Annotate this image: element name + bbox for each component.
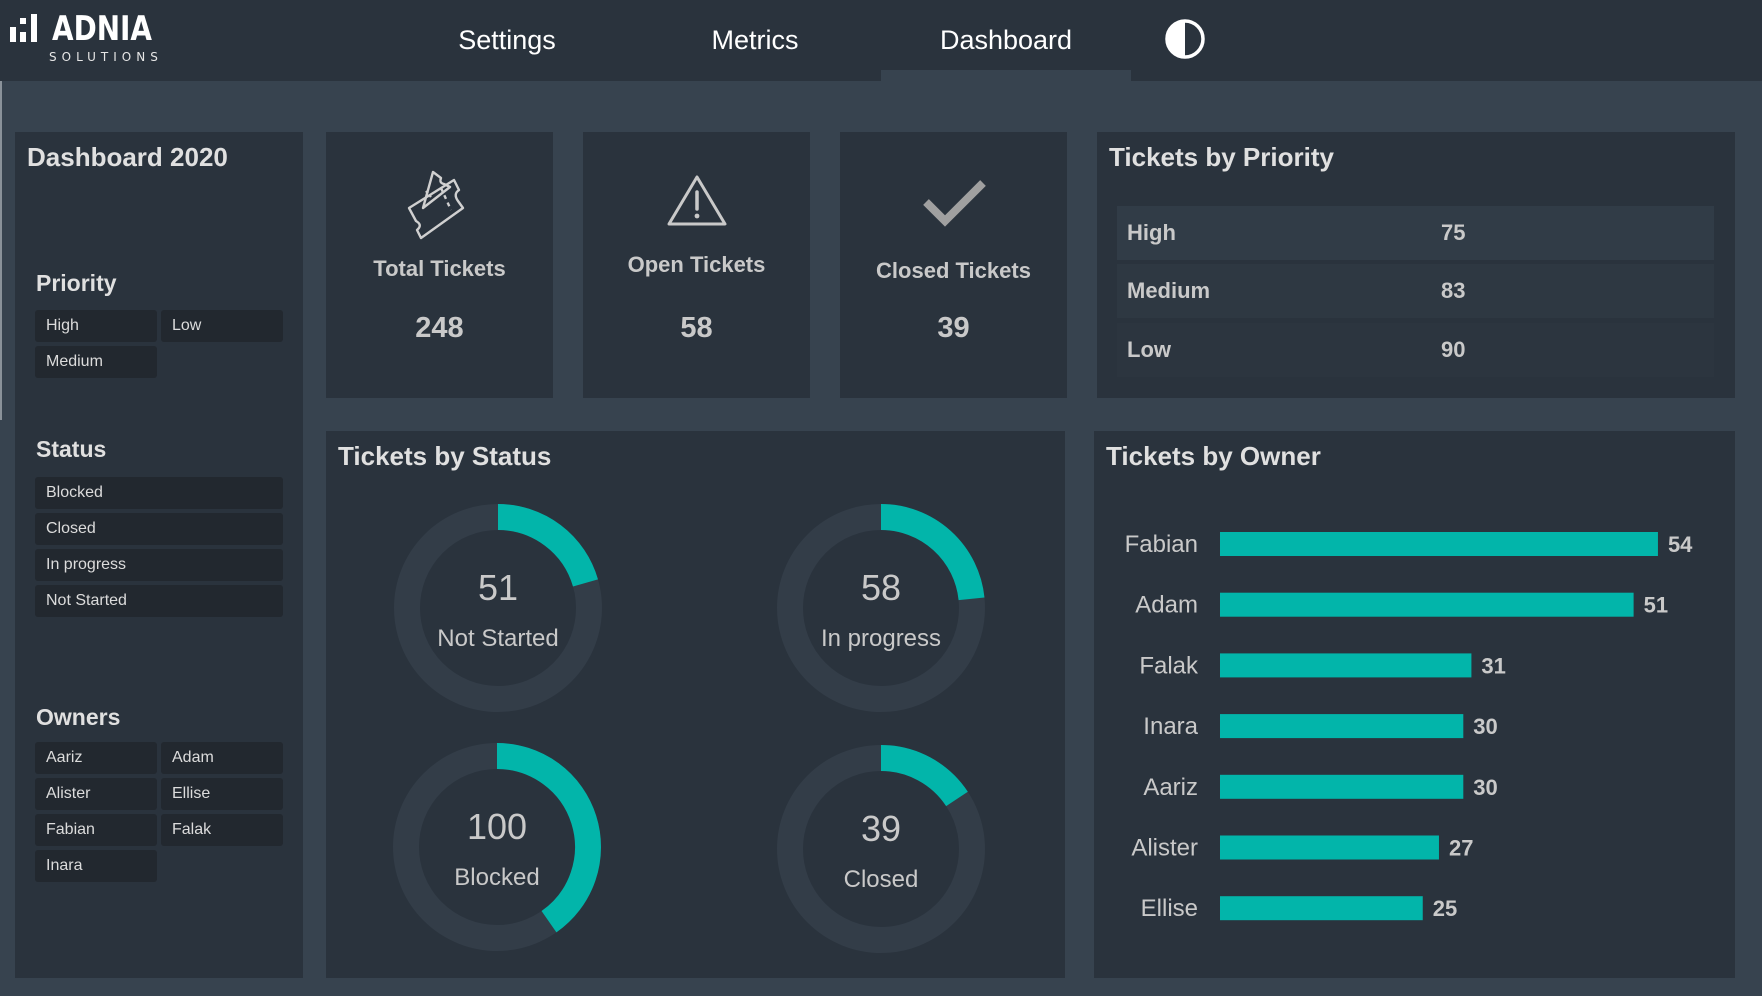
kpi-label: Open Tickets bbox=[627, 252, 766, 277]
priority-count: 83 bbox=[1441, 278, 1466, 303]
kpi-card-open-tickets: Open Tickets 58 bbox=[583, 132, 810, 398]
priority-name: Medium bbox=[1127, 278, 1211, 303]
bar-category-label: Falak bbox=[1139, 652, 1199, 679]
kpi-value: 248 bbox=[415, 312, 464, 344]
filter-status-not-started[interactable]: Not Started bbox=[35, 585, 283, 617]
donut-value: 51 bbox=[478, 567, 518, 608]
donut-value: 58 bbox=[861, 567, 901, 608]
owners-filter-title: Owners bbox=[36, 704, 121, 730]
bar-value-label: 51 bbox=[1644, 593, 1668, 618]
kpi-label: Total Tickets bbox=[373, 256, 506, 281]
bar-category-label: Inara bbox=[1143, 713, 1198, 740]
tab-dashboard[interactable]: Dashboard bbox=[881, 0, 1131, 81]
bar-adam bbox=[1220, 592, 1634, 617]
bar-category-label: Aariz bbox=[1143, 774, 1198, 801]
priority-count: 75 bbox=[1441, 220, 1466, 245]
tab-metrics-label: Metrics bbox=[711, 25, 799, 55]
bar-value-label: 25 bbox=[1433, 896, 1457, 921]
logo-name: ADNIA bbox=[52, 9, 153, 49]
status-donut-charts: 51 Not Started 58 In progress 100 Blocked 39 Cl… bbox=[393, 504, 985, 953]
priority-row: Low 90 bbox=[1117, 323, 1714, 377]
kpi-value: 39 bbox=[937, 312, 970, 344]
dashboard-title: Dashboard 2020 bbox=[27, 142, 228, 172]
bar-falak bbox=[1220, 653, 1472, 678]
logo-subtitle: SOLUTIONS bbox=[49, 50, 163, 64]
filter-owner-fabian[interactable]: Fabian bbox=[35, 814, 157, 846]
filter-owner-falak[interactable]: Falak bbox=[161, 814, 283, 846]
contrast-icon[interactable] bbox=[1164, 18, 1206, 60]
logo: ADNIA SOLUTIONS bbox=[10, 9, 158, 68]
kpi-label: Closed Tickets bbox=[876, 258, 1031, 283]
filter-status-in-progress[interactable]: In progress bbox=[35, 549, 283, 581]
filter-priority-high[interactable]: High bbox=[35, 310, 157, 342]
filter-owner-adam[interactable]: Adam bbox=[161, 742, 283, 774]
priority-row: Medium 83 bbox=[1117, 264, 1714, 318]
filter-status-blocked[interactable]: Blocked bbox=[35, 477, 283, 509]
donut-label: In progress bbox=[821, 625, 941, 652]
tickets-by-owner-panel: Tickets by Owner Fabian 54 Adam 51 Falak 31 In… bbox=[1094, 431, 1735, 978]
bar-value-label: 31 bbox=[1481, 653, 1505, 678]
filter-owner-ellise[interactable]: Ellise bbox=[161, 778, 283, 810]
bar-ellise bbox=[1220, 896, 1423, 921]
filter-status-closed[interactable]: Closed bbox=[35, 513, 283, 545]
bar-value-label: 27 bbox=[1449, 836, 1473, 861]
tickets-by-priority-panel: Tickets by Priority High 75 Medium 83 Lo… bbox=[1097, 132, 1735, 398]
donut-label: Blocked bbox=[454, 864, 539, 891]
donut-label: Closed bbox=[844, 866, 919, 893]
priority-name: Low bbox=[1127, 337, 1171, 362]
bar-value-label: 54 bbox=[1668, 532, 1693, 557]
bar-fabian bbox=[1220, 532, 1658, 556]
checkmark-icon bbox=[922, 180, 986, 227]
bar-inara bbox=[1220, 714, 1464, 739]
priority-filter-title: Priority bbox=[36, 270, 117, 296]
bar-alister bbox=[1220, 835, 1439, 860]
filter-panel: Dashboard 2020 Priority High Low Medium … bbox=[15, 132, 303, 978]
tickets-by-status-panel: Tickets by Status 51 Not Started 58 In prog… bbox=[326, 431, 1065, 978]
donut-value: 100 bbox=[467, 806, 527, 847]
donut-closed: 39 Closed bbox=[777, 745, 985, 953]
filter-priority-low[interactable]: Low bbox=[161, 310, 283, 342]
status-filter-title: Status bbox=[36, 436, 107, 462]
kpi-value: 58 bbox=[680, 312, 713, 344]
tab-metrics[interactable]: Metrics bbox=[660, 0, 850, 81]
bar-category-label: Alister bbox=[1131, 835, 1198, 862]
donut-in-progress: 58 In progress bbox=[777, 504, 985, 712]
filter-owner-alister[interactable]: Alister bbox=[35, 778, 157, 810]
top-nav-bar: ADNIA SOLUTIONS Settings Metrics Dashboa… bbox=[0, 0, 1762, 81]
priority-name: High bbox=[1127, 220, 1176, 245]
tab-settings-label: Settings bbox=[458, 25, 556, 55]
priority-table-title: Tickets by Priority bbox=[1109, 142, 1334, 172]
bar-category-label: Ellise bbox=[1141, 895, 1198, 922]
priority-row: High 75 bbox=[1117, 206, 1714, 260]
bar-category-label: Adam bbox=[1135, 592, 1198, 619]
donut-not-started: 51 Not Started bbox=[394, 504, 602, 712]
kpi-card-total-tickets: Total Tickets 248 bbox=[326, 132, 553, 398]
donut-blocked: 100 Blocked bbox=[393, 743, 601, 951]
priority-count: 90 bbox=[1441, 337, 1466, 362]
bar-value-label: 30 bbox=[1473, 714, 1497, 739]
tab-dashboard-label: Dashboard bbox=[939, 25, 1073, 55]
donut-value: 39 bbox=[861, 808, 901, 849]
ticket-icon bbox=[407, 170, 464, 240]
bar-value-label: 30 bbox=[1473, 775, 1497, 800]
tab-settings[interactable]: Settings bbox=[412, 0, 602, 81]
logo-bars-icon bbox=[10, 14, 37, 42]
owner-bar-chart: Fabian 54 Adam 51 Falak 31 Inara 30 Aariz 30 Alist… bbox=[1125, 531, 1694, 922]
bar-aariz bbox=[1220, 774, 1464, 799]
donut-arc bbox=[880, 745, 968, 807]
kpi-card-closed-tickets: Closed Tickets 39 bbox=[840, 132, 1067, 398]
bar-category-label: Fabian bbox=[1125, 531, 1198, 558]
donut-label: Not Started bbox=[437, 625, 558, 652]
warning-icon bbox=[667, 175, 726, 226]
filter-priority-medium[interactable]: Medium bbox=[35, 346, 157, 378]
filter-owner-inara[interactable]: Inara bbox=[35, 850, 157, 882]
filter-owner-aariz[interactable]: Aariz bbox=[35, 742, 157, 774]
